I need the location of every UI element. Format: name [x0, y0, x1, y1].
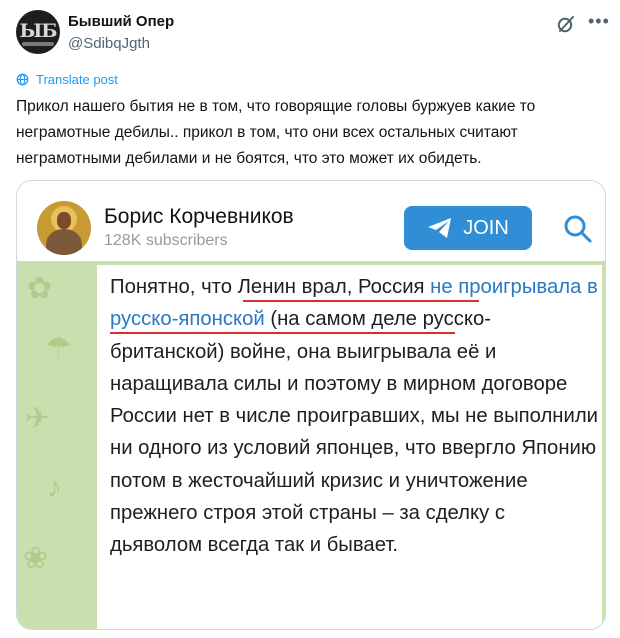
subscriber-count: 128K subscribers [104, 232, 228, 249]
join-label: JOIN [463, 216, 509, 239]
red-underline-1 [243, 300, 479, 302]
author-handle[interactable]: @SdibqJgth [68, 35, 150, 52]
more-icon[interactable]: ••• [588, 11, 610, 32]
avatar-bar [22, 42, 54, 46]
author-avatar[interactable]: ЫБ [16, 10, 60, 54]
red-underline-2 [110, 332, 455, 334]
post-media[interactable]: Борис Корчевников 128K subscribers JOIN … [16, 180, 606, 630]
channel-name: Борис Корчевников [104, 205, 294, 228]
message-text: Понятно, что Ленин врал, Россия не проиг… [110, 271, 598, 562]
post-text: Прикол нашего бытия не в том, что говоря… [16, 98, 536, 167]
telegram-plane-icon [428, 218, 452, 238]
channel-avatar [37, 201, 91, 255]
message-part-4: (на самом деле русско-британской) войне,… [110, 308, 598, 557]
telegram-header: Борис Корчевников 128K subscribers JOIN [17, 181, 605, 261]
translate-link[interactable]: Translate post [16, 72, 118, 87]
grok-icon[interactable] [556, 14, 576, 34]
avatar-glyph: ЫБ [19, 20, 57, 42]
globe-icon [16, 73, 29, 86]
translate-label: Translate post [36, 72, 118, 87]
message-part-2: Ленин врал, Россия [237, 276, 431, 298]
message-part-1: Понятно, что [110, 276, 238, 298]
join-button[interactable]: JOIN [404, 206, 532, 250]
search-icon[interactable] [563, 214, 593, 244]
author-name[interactable]: Бывший Опер [68, 13, 174, 30]
